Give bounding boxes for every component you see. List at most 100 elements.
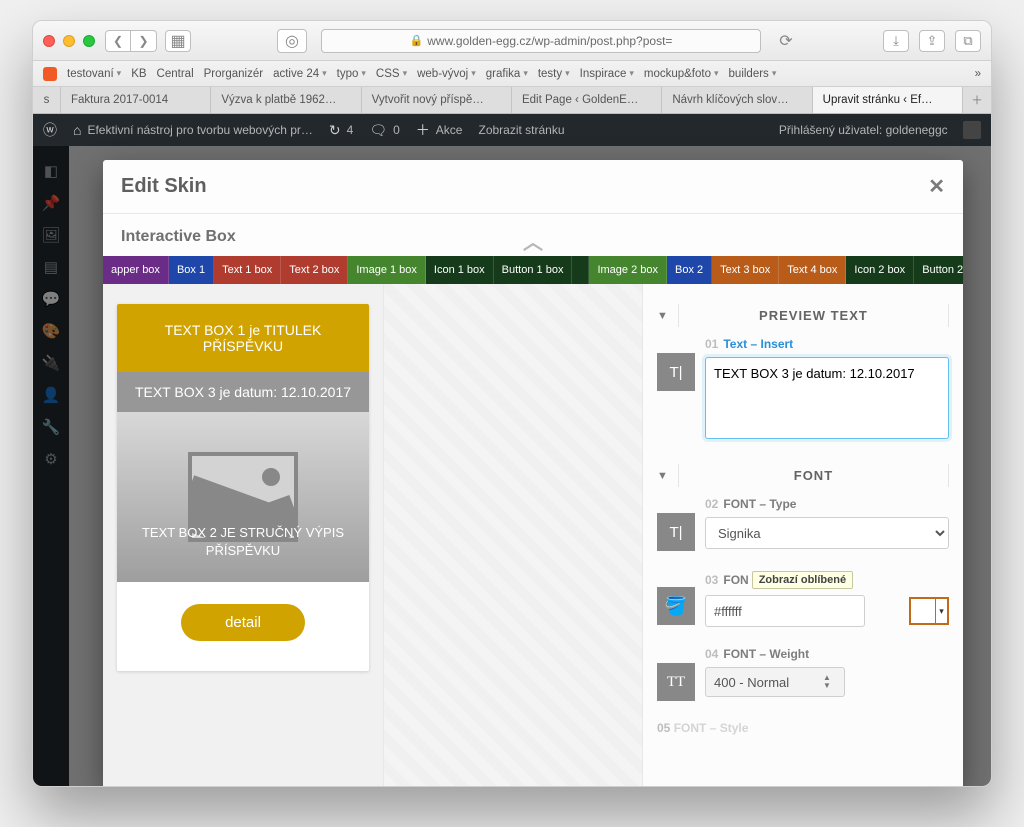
skin-tab[interactable]: Text 3 box xyxy=(712,256,779,284)
skin-tab[interactable]: Image 2 box xyxy=(589,256,667,284)
chevron-down-icon: ▾ xyxy=(772,68,777,79)
back-button[interactable]: ❮ xyxy=(105,30,131,52)
field-label: 02 FONT – Type xyxy=(705,497,949,511)
swatch-preview xyxy=(911,599,935,623)
skin-tab[interactable]: Box 2 xyxy=(667,256,712,284)
skin-tab[interactable]: Box 1 xyxy=(169,256,214,284)
skin-tab[interactable]: Icon 2 box xyxy=(846,256,914,284)
tabs-overview-button[interactable]: ⧉ xyxy=(955,30,981,52)
fav-item[interactable]: Central xyxy=(157,68,194,80)
font-type-select[interactable]: Signika xyxy=(705,517,949,549)
skin-tab[interactable]: Text 1 box xyxy=(214,256,281,284)
site-name[interactable]: ⌂Efektivní nástroj pro tvorbu webových p… xyxy=(73,122,313,138)
close-icon[interactable]: ✕ xyxy=(928,174,945,199)
minimize-window-icon[interactable] xyxy=(63,35,75,47)
preview-card: TEXT BOX 1 je TITULEK PŘÍSPĚVKU TEXT BOX… xyxy=(117,304,369,671)
new-action[interactable]: ＋Akce xyxy=(416,120,463,140)
close-window-icon[interactable] xyxy=(43,35,55,47)
comments-count[interactable]: 🗨0 xyxy=(369,122,399,139)
skin-tab[interactable]: Button 1 box xyxy=(494,256,573,284)
fav-item[interactable]: active 24▾ xyxy=(273,68,327,80)
fav-item[interactable]: CSS▾ xyxy=(376,68,407,80)
field-label: 01 Text – Insert xyxy=(705,337,949,351)
fav-item[interactable]: mockup&foto▾ xyxy=(644,68,719,80)
stepper-arrows-icon[interactable]: ▲▼ xyxy=(823,674,831,690)
fav-item[interactable]: Prorganizér xyxy=(204,68,263,80)
browser-tab[interactable]: Návrh klíčových slov… xyxy=(662,87,812,113)
chevron-up-icon[interactable]: ︿ xyxy=(523,226,543,255)
browser-tab[interactable]: Výzva k platbě 1962… xyxy=(211,87,361,113)
skin-tab[interactable]: Icon 1 box xyxy=(426,256,494,284)
preview-text-input[interactable] xyxy=(705,357,949,439)
current-user[interactable]: Přihlášený uživatel: goldeneggc xyxy=(779,121,981,139)
updates-count[interactable]: ↻4 xyxy=(329,122,353,139)
modal-title: Edit Skin xyxy=(121,175,928,198)
new-tab-button[interactable]: ＋ xyxy=(963,87,991,113)
font-color-row: 🪣 03 FON Zobrazí oblíbené xyxy=(657,571,949,627)
fav-item[interactable]: grafika▾ xyxy=(486,68,528,80)
collapse-toggle-icon[interactable]: ▼ xyxy=(657,470,668,482)
font-weight-row: TT 04 FONT – Weight ▲▼ xyxy=(657,647,949,701)
fav-item[interactable]: builders▾ xyxy=(729,68,777,80)
section-header: Interactive Box ︿ xyxy=(103,214,963,256)
paint-bucket-icon: 🪣 xyxy=(657,587,695,625)
chevron-down-icon: ▾ xyxy=(471,68,476,79)
chevron-down-icon: ▾ xyxy=(361,68,366,79)
modal-content: TEXT BOX 1 je TITULEK PŘÍSPĚVKU TEXT BOX… xyxy=(103,284,963,786)
fav-item[interactable]: testy▾ xyxy=(538,68,570,80)
zoom-window-icon[interactable] xyxy=(83,35,95,47)
fav-item[interactable]: testovaní▾ xyxy=(67,68,121,80)
sidebar-toggle-button[interactable]: ▦ xyxy=(165,30,191,52)
field-label: 03 FON Zobrazí oblíbené xyxy=(705,571,949,589)
browser-tab[interactable]: Upravit stránku ‹ Ef… xyxy=(813,87,963,113)
toolbar-right: ⤓ ⇪ ⧉ xyxy=(883,30,981,52)
text-insert-link[interactable]: Text – Insert xyxy=(723,337,793,351)
skin-tab[interactable]: Text 2 box xyxy=(281,256,348,284)
favorites-overflow[interactable]: » xyxy=(975,68,981,80)
chevron-down-icon: ▾ xyxy=(523,68,528,79)
color-swatch[interactable]: ▾ xyxy=(909,597,949,625)
fav-item[interactable]: Inspirace▾ xyxy=(580,68,634,80)
reader-button[interactable]: ◎ xyxy=(277,29,307,53)
tooltip: Zobrazí oblíbené xyxy=(752,571,853,589)
skin-element-tabs: apper box Box 1 Text 1 box Text 2 box Im… xyxy=(103,256,963,284)
page-body: ◧ 📌 🖼 ▤ 💬 🎨 🔌 👤 🔧 ⚙ Edit Skin ✕ Interact… xyxy=(33,146,991,786)
browser-tab[interactable]: Vytvořit nový příspě… xyxy=(362,87,512,113)
avatar-icon xyxy=(963,121,981,139)
download-button[interactable]: ⤓ xyxy=(883,30,909,52)
preview-button-area: detail xyxy=(117,582,369,671)
reload-button[interactable]: ⟳ xyxy=(775,30,797,52)
edit-skin-modal: Edit Skin ✕ Interactive Box ︿ apper box … xyxy=(103,160,963,786)
swatch-dropdown-icon[interactable]: ▾ xyxy=(935,599,947,623)
section-preview-text-head: ▼ PREVIEW TEXT xyxy=(657,304,949,327)
skin-tab[interactable]: Image 1 box xyxy=(348,256,426,284)
skin-tab-spacer xyxy=(572,256,589,284)
chevron-down-icon: ▾ xyxy=(403,68,408,79)
address-field[interactable]: 🔒 www.golden-egg.cz/wp-admin/post.php?po… xyxy=(321,29,761,53)
skin-tab[interactable]: apper box xyxy=(103,256,169,284)
favorites-app-icon[interactable] xyxy=(43,67,57,81)
share-button[interactable]: ⇪ xyxy=(919,30,945,52)
refresh-icon: ↻ xyxy=(329,122,341,139)
fav-item[interactable]: web-vývoj▾ xyxy=(417,68,476,80)
skin-tab[interactable]: Text 4 box xyxy=(779,256,846,284)
forward-button[interactable]: ❯ xyxy=(131,30,157,52)
browser-tab[interactable]: Edit Page ‹ GoldenE… xyxy=(512,87,662,113)
pinned-tab[interactable]: s xyxy=(33,87,61,113)
browser-tab[interactable]: Faktura 2017-0014 xyxy=(61,87,211,113)
modal-header: Edit Skin ✕ xyxy=(103,160,963,214)
collapse-toggle-icon[interactable]: ▼ xyxy=(657,310,668,322)
section-heading: FONT xyxy=(678,464,949,487)
browser-tabs: s Faktura 2017-0014 Výzva k platbě 1962…… xyxy=(33,87,991,114)
wordpress-icon[interactable]: ⓦ xyxy=(43,120,57,140)
view-page[interactable]: Zobrazit stránku xyxy=(478,123,564,137)
lock-icon: 🔒 xyxy=(410,34,424,47)
font-color-input[interactable] xyxy=(705,595,865,627)
fav-item[interactable]: typo▾ xyxy=(337,68,366,80)
canvas-column xyxy=(383,284,643,786)
window-controls xyxy=(43,35,95,47)
preview-detail-button[interactable]: detail xyxy=(181,604,305,641)
skin-tab[interactable]: Button 2 box xyxy=(914,256,963,284)
text-insert-icon: T| xyxy=(657,353,695,391)
fav-item[interactable]: KB xyxy=(131,68,146,80)
